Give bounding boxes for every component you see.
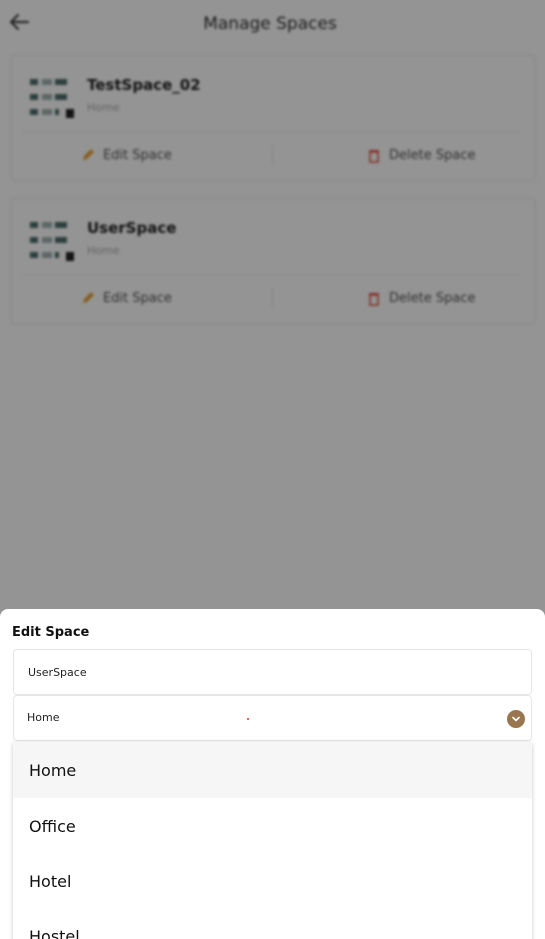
dropdown-option-hostel[interactable]: Hostel [13,908,532,939]
space-type-value: Home [27,711,60,724]
edit-space-sheet: Edit Space UserSpace Home Home Office Ho… [0,609,545,939]
dropdown-option-hotel[interactable]: Hotel [13,853,532,909]
red-dot-mark [247,718,249,720]
space-type-dropdown: Home Office Hotel Hostel [13,742,532,939]
space-name-input[interactable]: UserSpace [13,649,532,695]
dropdown-option-home[interactable]: Home [13,742,532,798]
space-type-select[interactable]: Home [13,695,532,741]
dropdown-option-office[interactable]: Office [13,798,532,854]
sheet-title: Edit Space [12,625,90,640]
chevron-down-icon[interactable] [507,710,525,728]
